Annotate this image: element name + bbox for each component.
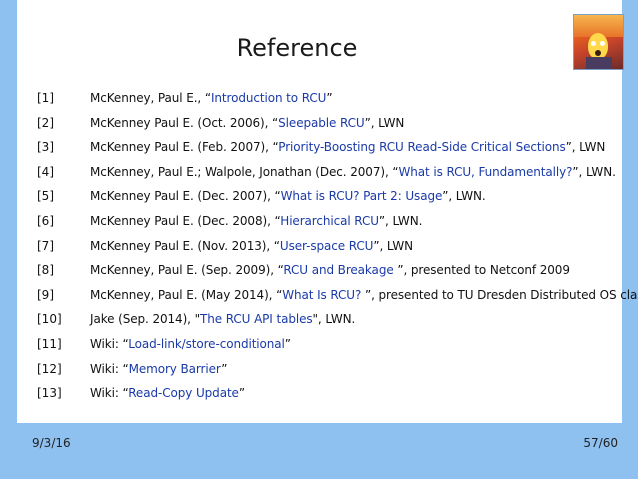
reference-link[interactable]: What is RCU? Part 2: Usage	[281, 189, 443, 203]
reference-text: Wiki: “Read-Copy Update”	[90, 381, 245, 405]
reference-link[interactable]: RCU and Breakage	[283, 263, 393, 277]
reference-number: [4]	[37, 164, 54, 179]
reference-link[interactable]: Read-Copy Update	[128, 386, 239, 400]
reference-number: [10]	[37, 312, 62, 327]
reference-number: [5]	[37, 189, 54, 204]
reference-link[interactable]: Memory Barrier	[129, 362, 222, 376]
reference-text: McKenney, Paul E.; Walpole, Jonathan (De…	[90, 160, 616, 184]
reference-link[interactable]: Load-link/store-conditional	[128, 337, 285, 351]
reference-citation: McKenney, Paul E., “	[90, 91, 211, 105]
reference-link[interactable]: The RCU API tables	[200, 312, 313, 326]
reference-suffix: ”, LWN	[565, 140, 606, 155]
reference-suffix: ", LWN.	[312, 312, 356, 327]
reference-link[interactable]: User-space RCU	[280, 239, 374, 253]
reference-citation: McKenney Paul E. (Nov. 2013), “	[90, 238, 280, 253]
reference-suffix: ”, LWN.	[442, 189, 486, 204]
reference-link[interactable]: What Is RCU?	[282, 288, 361, 302]
scream-painting-logo-icon	[573, 14, 624, 70]
footer-date: 9/3/16	[32, 436, 71, 450]
reference-item: [5] McKenney Paul E. (Dec. 2007), “What i…	[17, 184, 622, 208]
reference-suffix: ”	[326, 91, 333, 105]
reference-citation: McKenney Paul E. (Feb. 2007), “	[90, 140, 279, 155]
reference-text: McKenney Paul E. (Dec. 2007), “What is R…	[90, 184, 486, 208]
reference-citation: McKenney, Paul E. (May 2014), “	[90, 287, 283, 302]
reference-link[interactable]: What is RCU, Fundamentally?	[399, 165, 573, 179]
reference-citation: Wiki: “	[90, 337, 129, 351]
reference-number: [7]	[37, 238, 54, 253]
reference-citation: Jake (Sep. 2014), "	[90, 312, 201, 327]
reference-item: [12] Wiki: “Memory Barrier”	[17, 357, 622, 381]
slide-panel: Reference [1] McKenney, Paul E., “Introdu…	[17, 0, 638, 423]
reference-citation: Wiki: “	[90, 386, 129, 401]
reference-number: [3]	[37, 140, 54, 155]
reference-citation: McKenney Paul E. (Dec. 2007), “	[90, 189, 281, 204]
reference-item: [1] McKenney, Paul E., “Introduction to R…	[17, 86, 622, 110]
reference-item: [10] Jake (Sep. 2014), "The RCU API table…	[17, 307, 622, 331]
reference-number: [6]	[37, 214, 54, 228]
reference-citation: McKenney, Paul E. (Sep. 2009), “	[90, 263, 284, 278]
reference-item: [6] McKenney Paul E. (Dec. 2008), “Hierar…	[17, 209, 622, 233]
reference-text: Wiki: “Memory Barrier”	[90, 357, 227, 381]
reference-number: [13]	[37, 386, 62, 401]
reference-text: McKenney, Paul E. (Sep. 2009), “RCU and …	[90, 258, 570, 282]
reference-citation: Wiki: “	[90, 361, 129, 376]
reference-item: [11] Wiki: “Load-link/store-conditional”	[17, 332, 622, 356]
reference-number: [12]	[37, 361, 62, 376]
reference-suffix: ”, LWN.	[572, 164, 616, 179]
reference-suffix: ”, LWN.	[378, 214, 423, 228]
reference-text: McKenney Paul E. (Oct. 2006), “Sleepable…	[90, 111, 404, 135]
reference-suffix: ”, LWN	[373, 238, 414, 253]
reference-text: Wiki: “Load-link/store-conditional”	[90, 332, 291, 356]
reference-citation: McKenney Paul E. (Dec. 2008), “	[90, 214, 281, 228]
reference-link[interactable]: Priority-Boosting RCU Read-Side Critical…	[278, 140, 565, 154]
reference-number: [11]	[37, 337, 62, 351]
reference-item: [9] McKenney, Paul E. (May 2014), “What I…	[17, 283, 638, 307]
reference-citation: McKenney Paul E. (Oct. 2006), “	[90, 115, 279, 130]
footer-page-number: 57/60	[583, 436, 618, 450]
reference-citation: McKenney, Paul E.; Walpole, Jonathan (De…	[90, 164, 399, 179]
reference-link[interactable]: Hierarchical RCU	[280, 214, 379, 228]
reference-text: Jake (Sep. 2014), "The RCU API tables", …	[90, 307, 355, 331]
reference-text: McKenney, Paul E., “Introduction to RCU”	[90, 86, 333, 110]
reference-suffix: ”	[221, 361, 228, 376]
reference-text: McKenney, Paul E. (May 2014), “What Is R…	[90, 283, 638, 307]
reference-suffix: ”, presented to TU Dresden Distributed O…	[361, 287, 638, 302]
reference-item: [3] McKenney Paul E. (Feb. 2007), “Priori…	[17, 135, 622, 159]
reference-item: [13] Wiki: “Read-Copy Update”	[17, 381, 622, 405]
reference-number: [2]	[37, 115, 54, 130]
reference-suffix: ”, LWN	[364, 115, 405, 130]
reference-item: [4] McKenney, Paul E.; Walpole, Jonathan …	[17, 160, 622, 184]
reference-suffix: ”	[284, 337, 291, 351]
slide-title: Reference	[236, 34, 358, 62]
reference-text: McKenney Paul E. (Nov. 2013), “User-spac…	[90, 234, 413, 258]
reference-link[interactable]: Sleepable RCU	[278, 116, 365, 130]
reference-number: [8]	[37, 263, 54, 278]
reference-item: [8] McKenney, Paul E. (Sep. 2009), “RCU a…	[17, 258, 622, 282]
reference-item: [2] McKenney Paul E. (Oct. 2006), “Sleepa…	[17, 111, 622, 135]
reference-item: [7] McKenney Paul E. (Nov. 2013), “User-s…	[17, 234, 622, 258]
reference-suffix: ”, presented to Netconf 2009	[393, 263, 570, 278]
reference-link[interactable]: Introduction to RCU	[211, 91, 326, 105]
reference-text: McKenney Paul E. (Dec. 2008), “Hierarchi…	[90, 209, 422, 233]
reference-number: [9]	[37, 287, 54, 302]
reference-number: [1]	[37, 91, 54, 105]
reference-suffix: ”	[238, 386, 245, 401]
reference-text: McKenney Paul E. (Feb. 2007), “Priority-…	[90, 135, 605, 159]
